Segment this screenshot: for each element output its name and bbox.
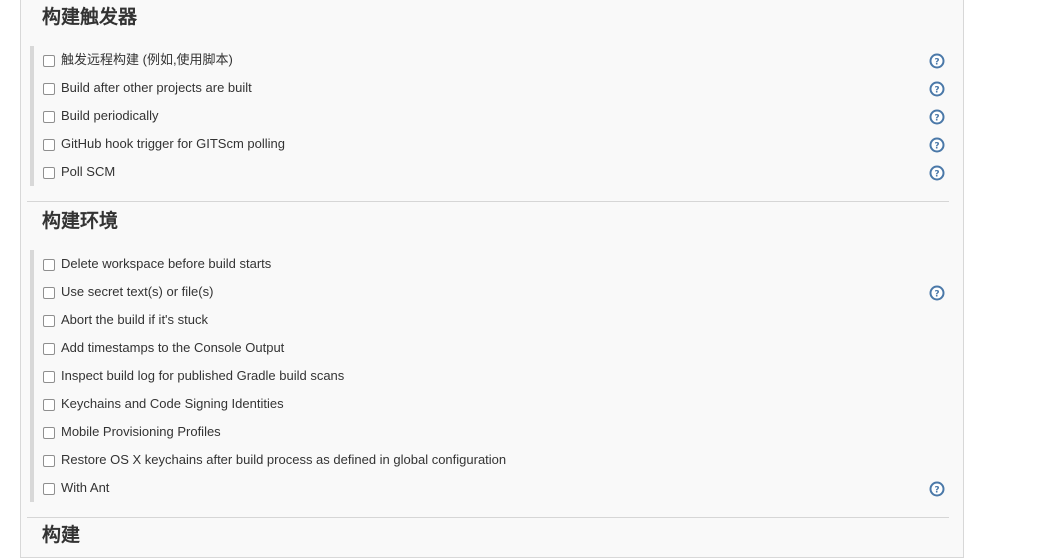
svg-text:?: ? <box>934 142 939 152</box>
help-icon[interactable]: ? <box>929 109 945 125</box>
section-title-build: 构建 <box>42 524 81 546</box>
svg-text:?: ? <box>934 290 939 300</box>
option-row-inspect-gradle-scans[interactable]: Inspect build log for published Gradle b… <box>27 363 951 391</box>
option-label[interactable]: Add timestamps to the Console Output <box>61 340 284 356</box>
checkbox[interactable] <box>43 287 55 299</box>
help-icon[interactable]: ? <box>929 81 945 97</box>
checkbox[interactable] <box>43 343 55 355</box>
help-icon[interactable]: ? <box>929 53 945 69</box>
option-label[interactable]: Inspect build log for published Gradle b… <box>61 368 344 384</box>
option-label[interactable]: Build after other projects are built <box>61 80 252 96</box>
option-row-remote-trigger[interactable]: 触发远程构建 (例如,使用脚本) ? <box>27 47 951 75</box>
checkbox[interactable] <box>43 371 55 383</box>
option-label[interactable]: GitHub hook trigger for GITScm polling <box>61 136 285 152</box>
option-row-abort-if-stuck[interactable]: Abort the build if it's stuck <box>27 307 951 335</box>
option-label[interactable]: Restore OS X keychains after build proce… <box>61 452 506 468</box>
checkbox[interactable] <box>43 427 55 439</box>
help-icon[interactable]: ? <box>929 285 945 301</box>
option-row-build-periodically[interactable]: Build periodically ? <box>27 103 951 131</box>
config-panel: 构建触发器 触发远程构建 (例如,使用脚本) ? Build after oth… <box>20 0 964 558</box>
option-label[interactable]: Use secret text(s) or file(s) <box>61 284 213 300</box>
option-row-restore-osx-keychains[interactable]: Restore OS X keychains after build proce… <box>27 447 951 475</box>
help-icon[interactable]: ? <box>929 165 945 181</box>
option-row-github-hook-trigger[interactable]: GitHub hook trigger for GITScm polling ? <box>27 131 951 159</box>
section-divider <box>27 517 949 518</box>
svg-text:?: ? <box>934 58 939 68</box>
option-label[interactable]: Poll SCM <box>61 164 115 180</box>
option-label[interactable]: Build periodically <box>61 108 159 124</box>
checkbox[interactable] <box>43 139 55 151</box>
option-label[interactable]: 触发远程构建 (例如,使用脚本) <box>61 52 233 68</box>
checkbox[interactable] <box>43 399 55 411</box>
option-row-delete-workspace[interactable]: Delete workspace before build starts <box>27 251 951 279</box>
option-label[interactable]: With Ant <box>61 480 109 496</box>
checkbox[interactable] <box>43 455 55 467</box>
option-row-poll-scm[interactable]: Poll SCM ? <box>27 159 951 187</box>
checkbox[interactable] <box>43 111 55 123</box>
svg-text:?: ? <box>934 486 939 496</box>
checkbox[interactable] <box>43 83 55 95</box>
help-icon[interactable]: ? <box>929 481 945 497</box>
option-row-keychains-code-signing[interactable]: Keychains and Code Signing Identities <box>27 391 951 419</box>
checkbox[interactable] <box>43 259 55 271</box>
section-divider <box>27 201 949 202</box>
section-title-build-triggers: 构建触发器 <box>42 6 138 28</box>
option-label[interactable]: Delete workspace before build starts <box>61 256 271 272</box>
svg-text:?: ? <box>934 86 939 96</box>
option-row-mobile-provisioning[interactable]: Mobile Provisioning Profiles <box>27 419 951 447</box>
checkbox[interactable] <box>43 167 55 179</box>
option-label[interactable]: Keychains and Code Signing Identities <box>61 396 284 412</box>
checkbox[interactable] <box>43 55 55 67</box>
option-row-add-timestamps[interactable]: Add timestamps to the Console Output <box>27 335 951 363</box>
checkbox[interactable] <box>43 483 55 495</box>
option-label[interactable]: Abort the build if it's stuck <box>61 312 208 328</box>
help-icon[interactable]: ? <box>929 137 945 153</box>
option-row-use-secret-text[interactable]: Use secret text(s) or file(s) ? <box>27 279 951 307</box>
option-row-build-after-other-projects[interactable]: Build after other projects are built ? <box>27 75 951 103</box>
svg-text:?: ? <box>934 114 939 124</box>
svg-text:?: ? <box>934 170 939 180</box>
option-label[interactable]: Mobile Provisioning Profiles <box>61 424 221 440</box>
checkbox[interactable] <box>43 315 55 327</box>
option-row-with-ant[interactable]: With Ant ? <box>27 475 951 503</box>
section-title-build-environment: 构建环境 <box>42 210 119 232</box>
